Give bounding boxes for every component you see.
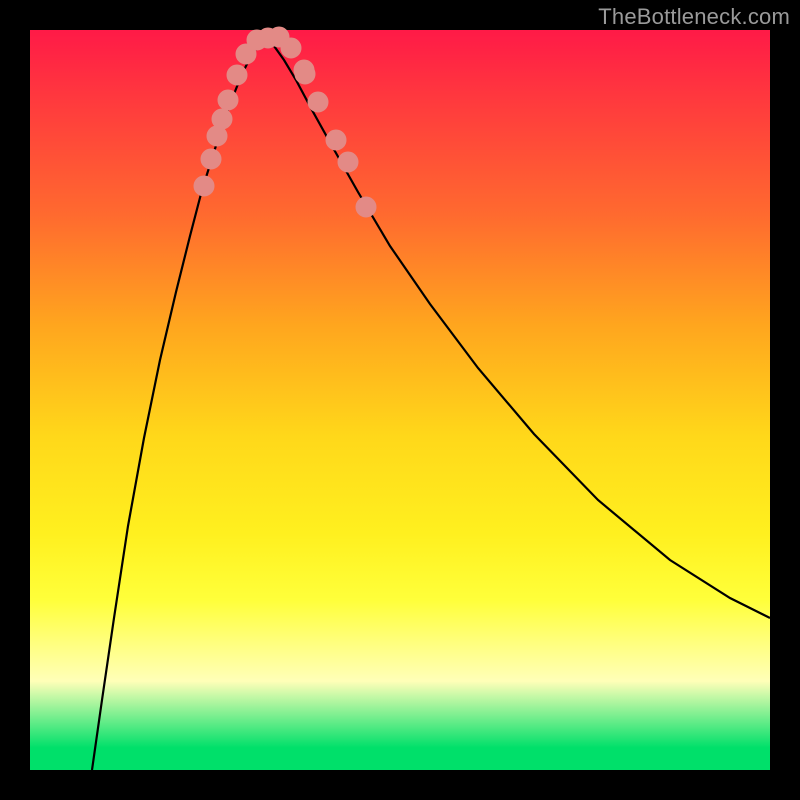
marker-dot [194, 176, 214, 196]
curve-left [92, 36, 265, 770]
watermark-text: TheBottleneck.com [598, 4, 790, 30]
plot-area [30, 30, 770, 770]
marker-dot [295, 64, 315, 84]
marker-dot [356, 197, 376, 217]
marker-dot [218, 90, 238, 110]
marker-dot [281, 38, 301, 58]
marker-dot [227, 65, 247, 85]
curve-right [265, 36, 770, 618]
marker-dot [308, 92, 328, 112]
marker-dot [338, 152, 358, 172]
marker-dot [212, 109, 232, 129]
marker-dot [326, 130, 346, 150]
marker-dot [201, 149, 221, 169]
chart-frame: TheBottleneck.com [0, 0, 800, 800]
marker-group [194, 27, 376, 217]
chart-svg [30, 30, 770, 770]
